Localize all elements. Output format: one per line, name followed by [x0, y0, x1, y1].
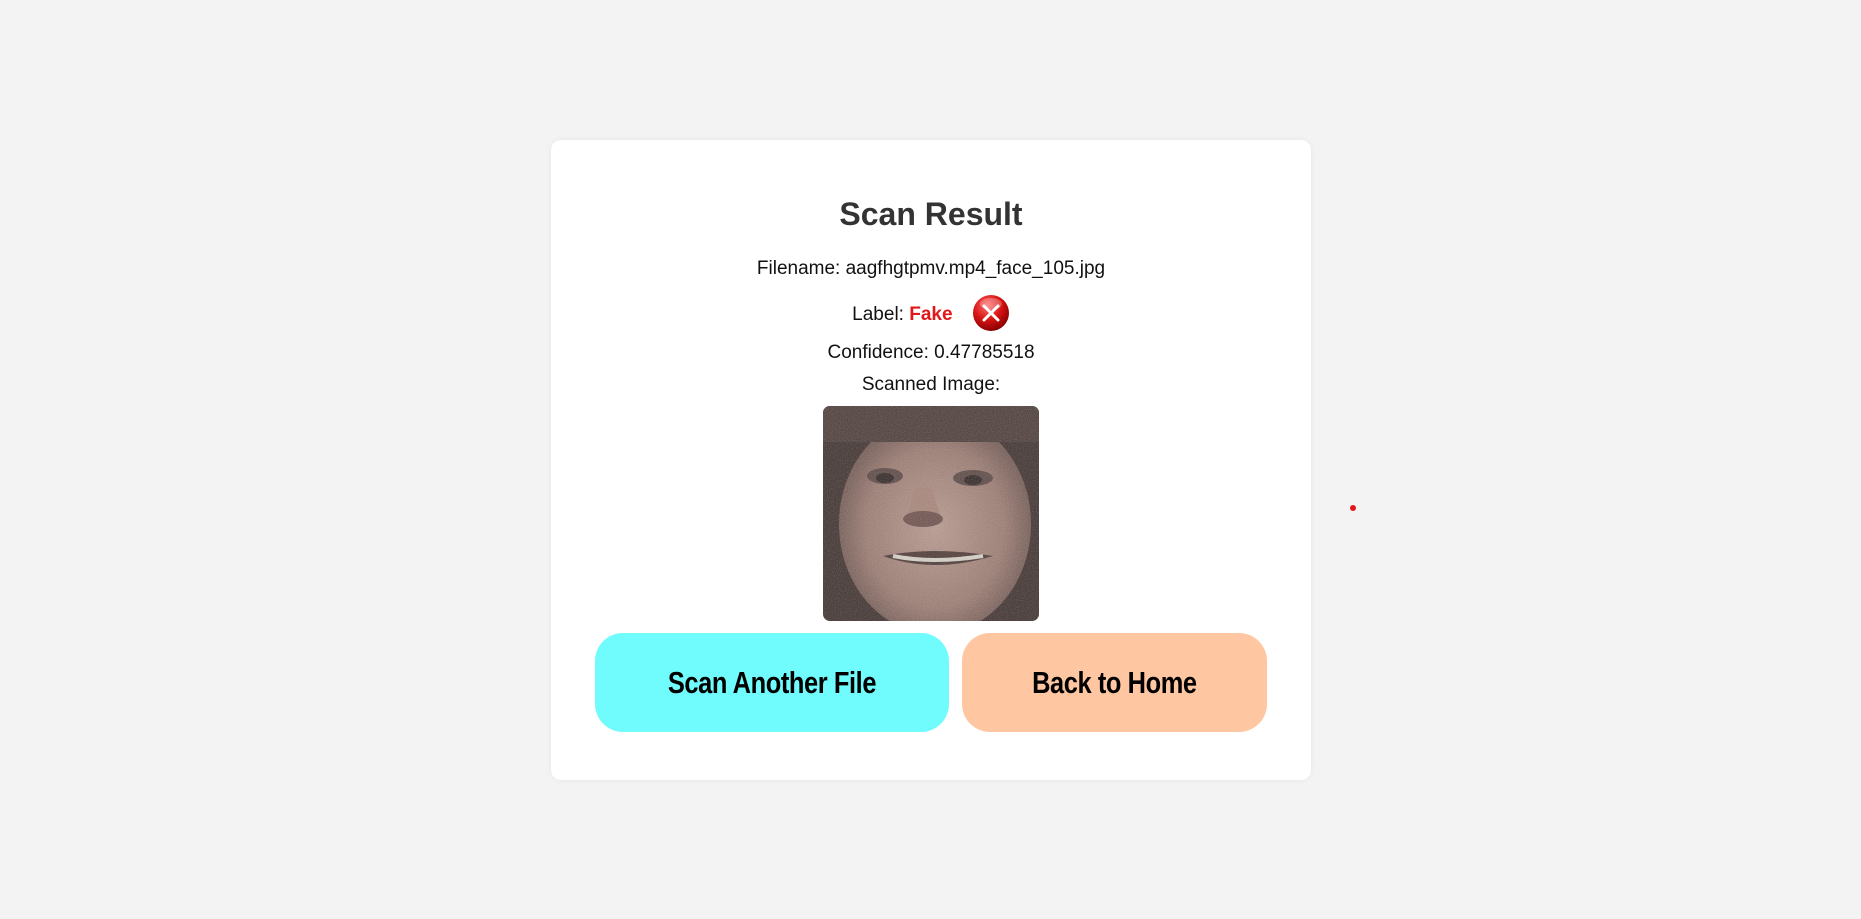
red-dot-marker	[1350, 505, 1356, 511]
page-title: Scan Result	[839, 196, 1023, 232]
scanned-image-label: Scanned Image:	[861, 374, 1001, 395]
filename-text: Filename: aagfhgtpmv.mp4_face_105.jpg	[756, 258, 1106, 279]
scan-result-card: Scan Result Filename: aagfhgtpmv.mp4_fac…	[551, 140, 1311, 780]
scan-another-file-button[interactable]: Scan Another File	[595, 633, 949, 732]
label-prefix: Label:	[852, 304, 910, 326]
confidence-text: Confidence: 0.47785518	[827, 342, 1035, 363]
scanned-face-image	[823, 406, 1039, 621]
error-x-icon	[972, 294, 1010, 332]
back-to-home-button[interactable]: Back to Home	[962, 633, 1267, 732]
label-row: Label: Fake	[551, 294, 1311, 334]
label-value: Fake	[909, 304, 953, 326]
